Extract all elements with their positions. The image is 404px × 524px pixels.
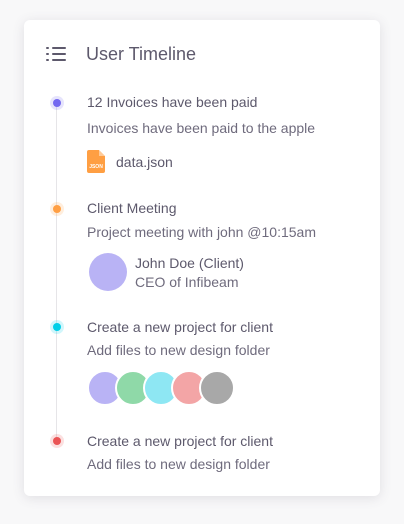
event-title: 12 Invoices have been paid <box>87 94 258 110</box>
user-timeline-card: User Timeline 12 Invoices have been paid… <box>24 20 380 496</box>
avatar[interactable] <box>89 253 127 291</box>
timeline-dot <box>50 202 64 216</box>
json-file-icon: JSON <box>87 150 105 173</box>
event-subtitle: Invoices have been paid to the apple <box>87 120 316 136</box>
timeline-dot <box>50 434 64 448</box>
event-subtitle: Project meeting with john @10:15am <box>87 224 316 240</box>
file-badge-text: JSON <box>89 164 103 170</box>
event-subtitle: Add files to new design folder <box>87 342 270 358</box>
person-card: John Doe (Client) CEO of Infibeam <box>89 253 244 291</box>
timeline-line <box>56 102 57 442</box>
person-role: CEO of Infibeam <box>135 273 239 290</box>
attached-file[interactable]: JSON data.json <box>87 150 173 173</box>
event-title: Create a new project for client <box>87 433 273 449</box>
person-name: John Doe (Client) <box>135 254 244 271</box>
timeline-dot <box>50 320 64 334</box>
event-title: Client Meeting <box>87 200 177 216</box>
file-name: data.json <box>116 153 173 170</box>
card-header: User Timeline <box>46 44 196 64</box>
timeline-dot <box>50 96 64 110</box>
card-title: User Timeline <box>86 43 197 64</box>
event-title: Create a new project for client <box>87 319 273 335</box>
avatar[interactable] <box>199 370 235 406</box>
list-icon <box>46 47 66 61</box>
event-subtitle: Add files to new design folder <box>87 456 270 472</box>
